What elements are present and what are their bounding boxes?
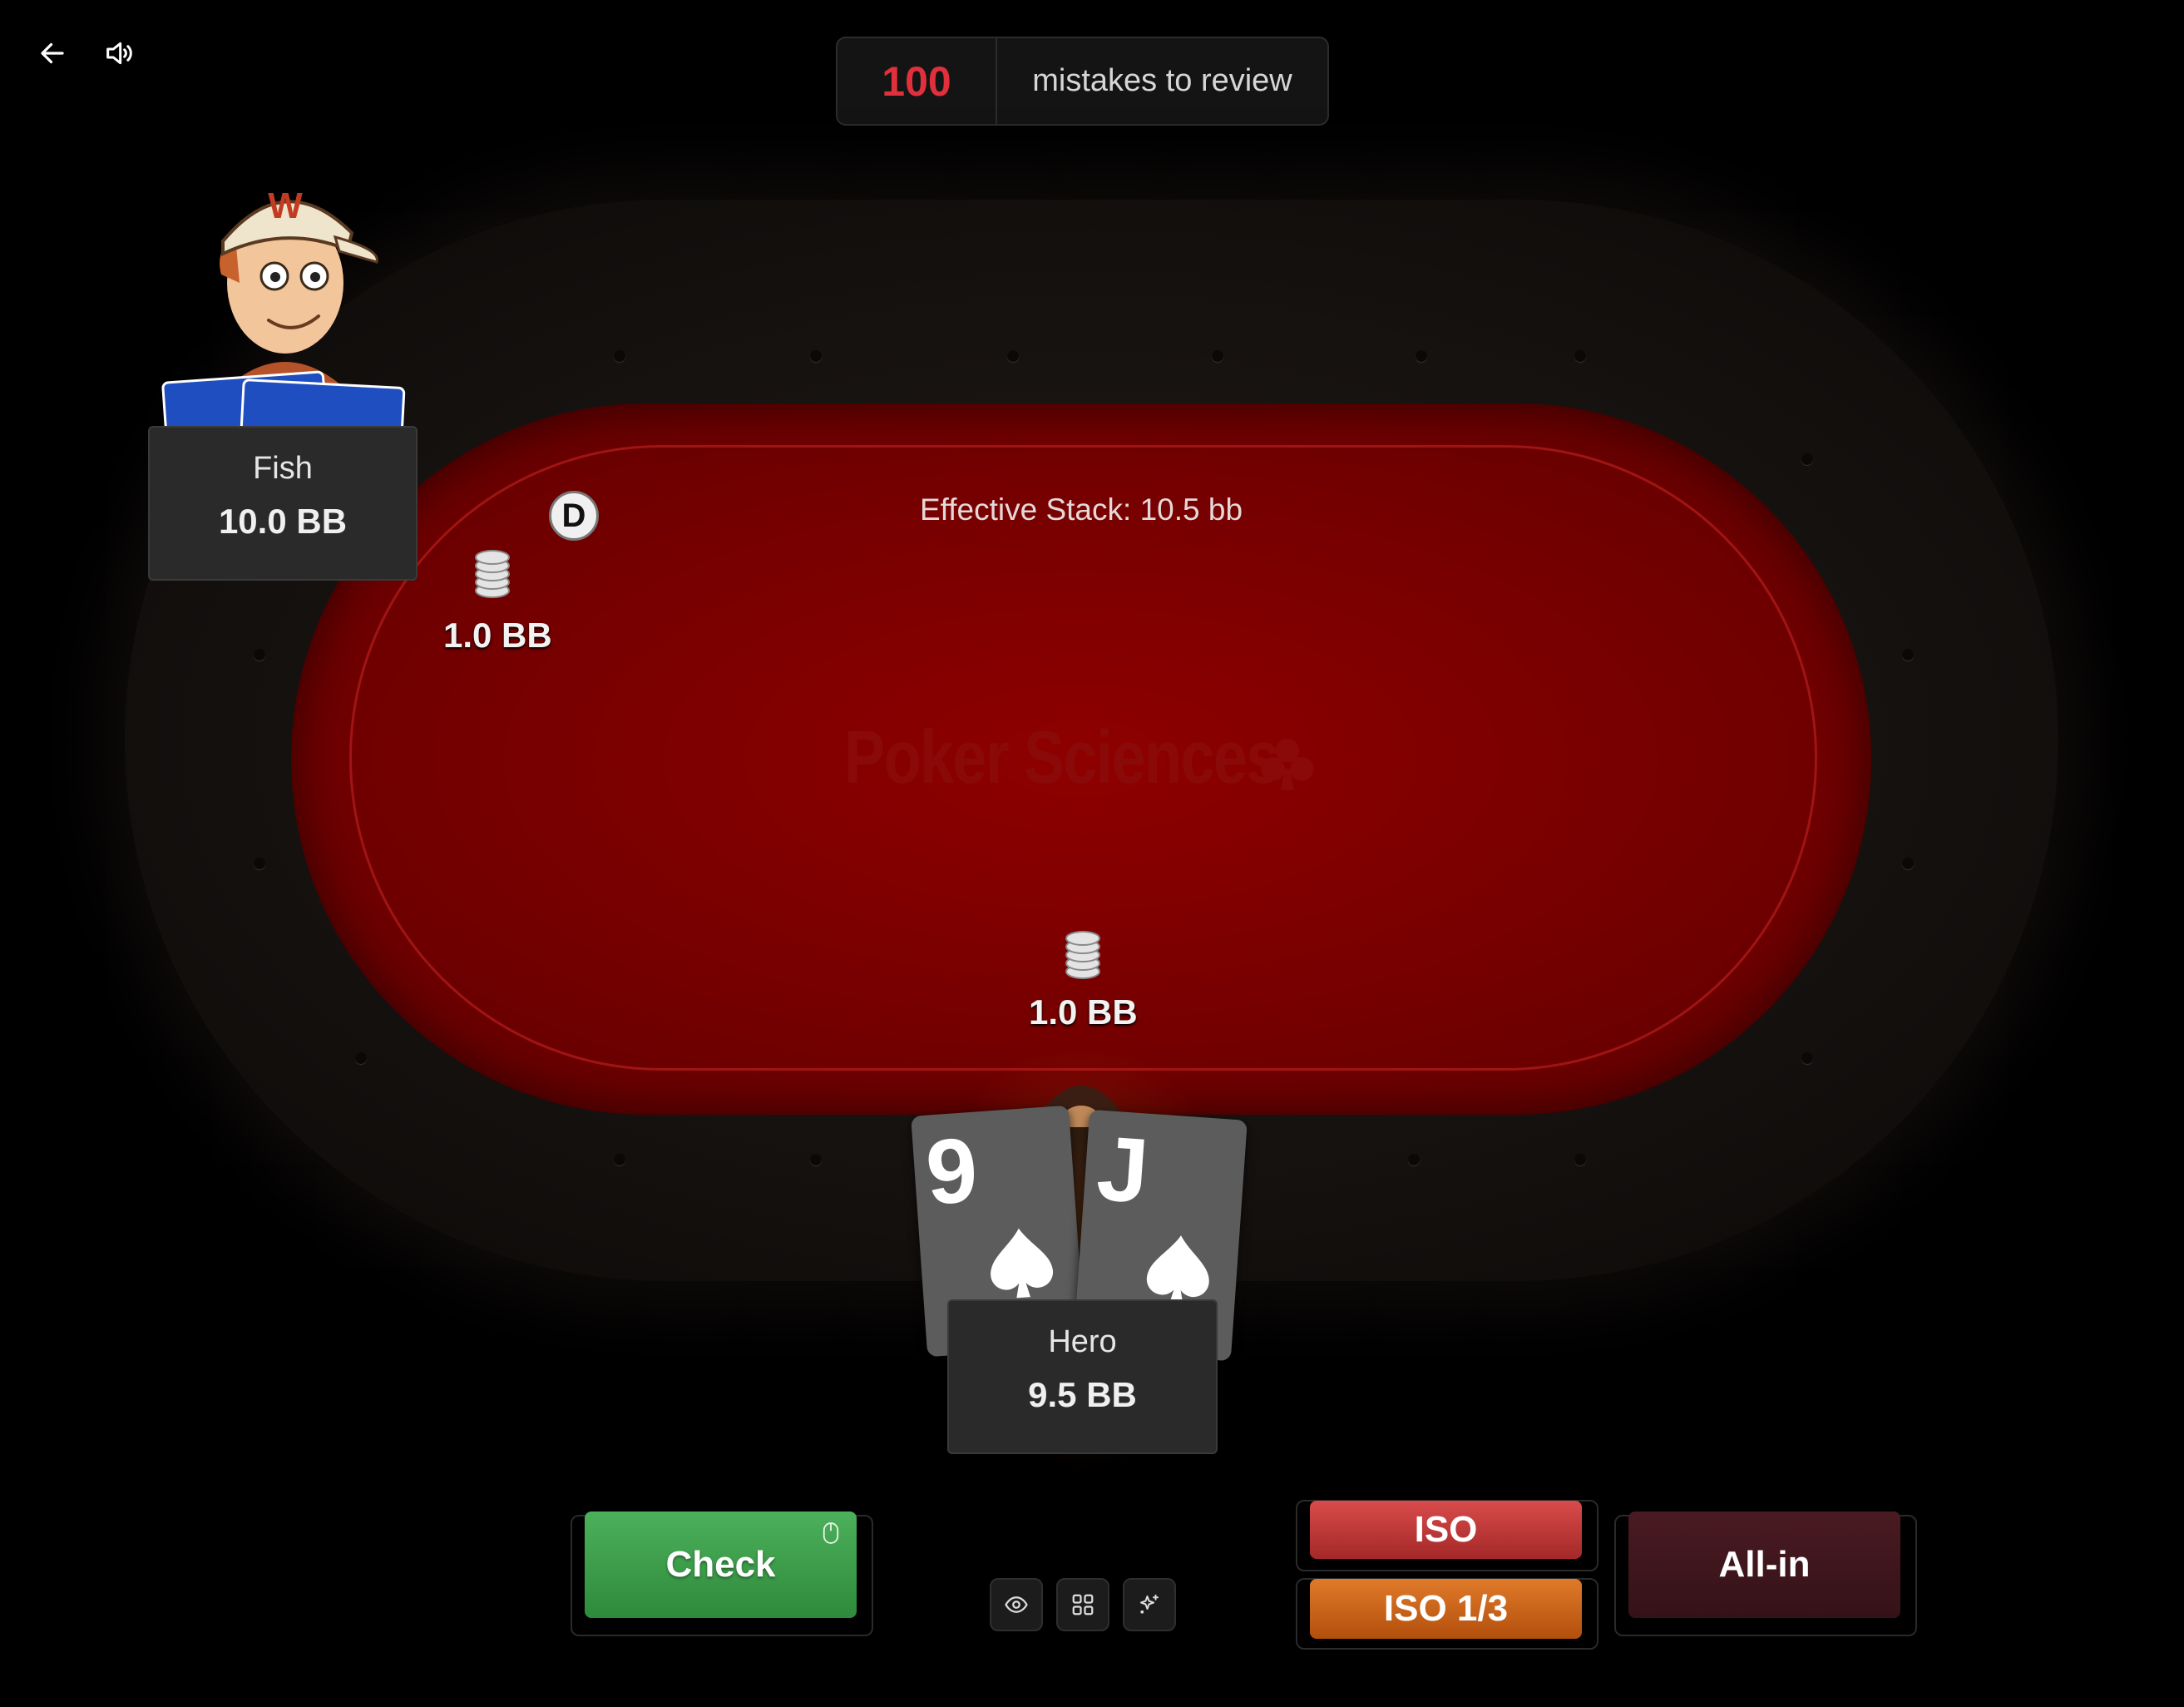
rail-stud	[1007, 350, 1019, 362]
villain-bet: 1.0 BB	[443, 616, 552, 655]
allin-button[interactable]: All-in	[1628, 1512, 1900, 1618]
villain-stack: 10.0 BB	[218, 502, 348, 541]
spade-icon	[991, 1228, 1054, 1299]
sound-button[interactable]	[94, 28, 144, 78]
iso-third-label: ISO 1/3	[1383, 1588, 1509, 1629]
card-rank: J	[1094, 1116, 1152, 1223]
rail-stud	[1902, 649, 1914, 661]
club-icon	[1261, 738, 1314, 790]
eye-icon	[1005, 1596, 1028, 1613]
chip-stack-icon	[1065, 931, 1100, 979]
hero-info: Hero 9.5 BB	[947, 1299, 1218, 1454]
allin-label: All-in	[1718, 1544, 1811, 1585]
rail-stud	[254, 649, 265, 661]
rail-stud	[1408, 1154, 1420, 1165]
iso-button[interactable]: ISO	[1310, 1501, 1582, 1559]
rail-stud	[1801, 1052, 1813, 1064]
view-toggle-button[interactable]	[990, 1578, 1043, 1631]
mistakes-label: mistakes to review	[1032, 63, 1292, 98]
hero-bet: 1.0 BB	[1029, 992, 1138, 1032]
mouse-icon	[823, 1522, 839, 1544]
watermark: Poker Sciences	[844, 715, 1280, 801]
arrow-left-icon	[41, 42, 64, 64]
dealer-button: D	[549, 491, 599, 541]
iso-label: ISO	[1414, 1509, 1478, 1550]
hero-stack: 9.5 BB	[1028, 1375, 1137, 1414]
check-button[interactable]: Check	[585, 1512, 857, 1618]
svg-text:W: W	[268, 186, 303, 226]
mistakes-count: 100	[838, 38, 997, 124]
watermark-text: Poker Sciences	[844, 716, 1280, 799]
rail-stud	[1574, 1154, 1586, 1165]
mistakes-counter[interactable]: 100 mistakes to review	[836, 37, 1329, 126]
effective-stack: Effective Stack: 10.5 bb	[919, 492, 1243, 527]
card-rank: 9	[922, 1118, 981, 1225]
rail-stud	[254, 858, 265, 869]
ai-assist-button[interactable]	[1123, 1578, 1176, 1631]
grid-icon	[1072, 1594, 1094, 1615]
back-button[interactable]	[27, 28, 77, 78]
sparkle-icon	[1140, 1594, 1159, 1614]
rail-stud	[614, 1154, 625, 1165]
rail-stud	[810, 350, 822, 362]
rail-stud	[1574, 350, 1586, 362]
speaker-icon	[106, 42, 132, 65]
rail-stud	[1416, 350, 1427, 362]
rail-stud	[1801, 453, 1813, 465]
villain-avatar: W	[220, 186, 378, 391]
chip-stack-icon	[475, 550, 510, 598]
villain-name: Fish	[253, 451, 313, 486]
villain-info: Fish 10.0 BB	[148, 426, 418, 581]
iso-third-button[interactable]: ISO 1/3	[1310, 1579, 1582, 1639]
hero-name: Hero	[1048, 1324, 1117, 1359]
rail-stud	[355, 1052, 367, 1064]
rail-stud	[1212, 350, 1223, 362]
grid-view-button[interactable]	[1056, 1578, 1109, 1631]
check-label: Check	[665, 1544, 776, 1585]
rail-stud	[1902, 858, 1914, 869]
rail-stud	[614, 350, 625, 362]
rail-stud	[810, 1154, 822, 1165]
